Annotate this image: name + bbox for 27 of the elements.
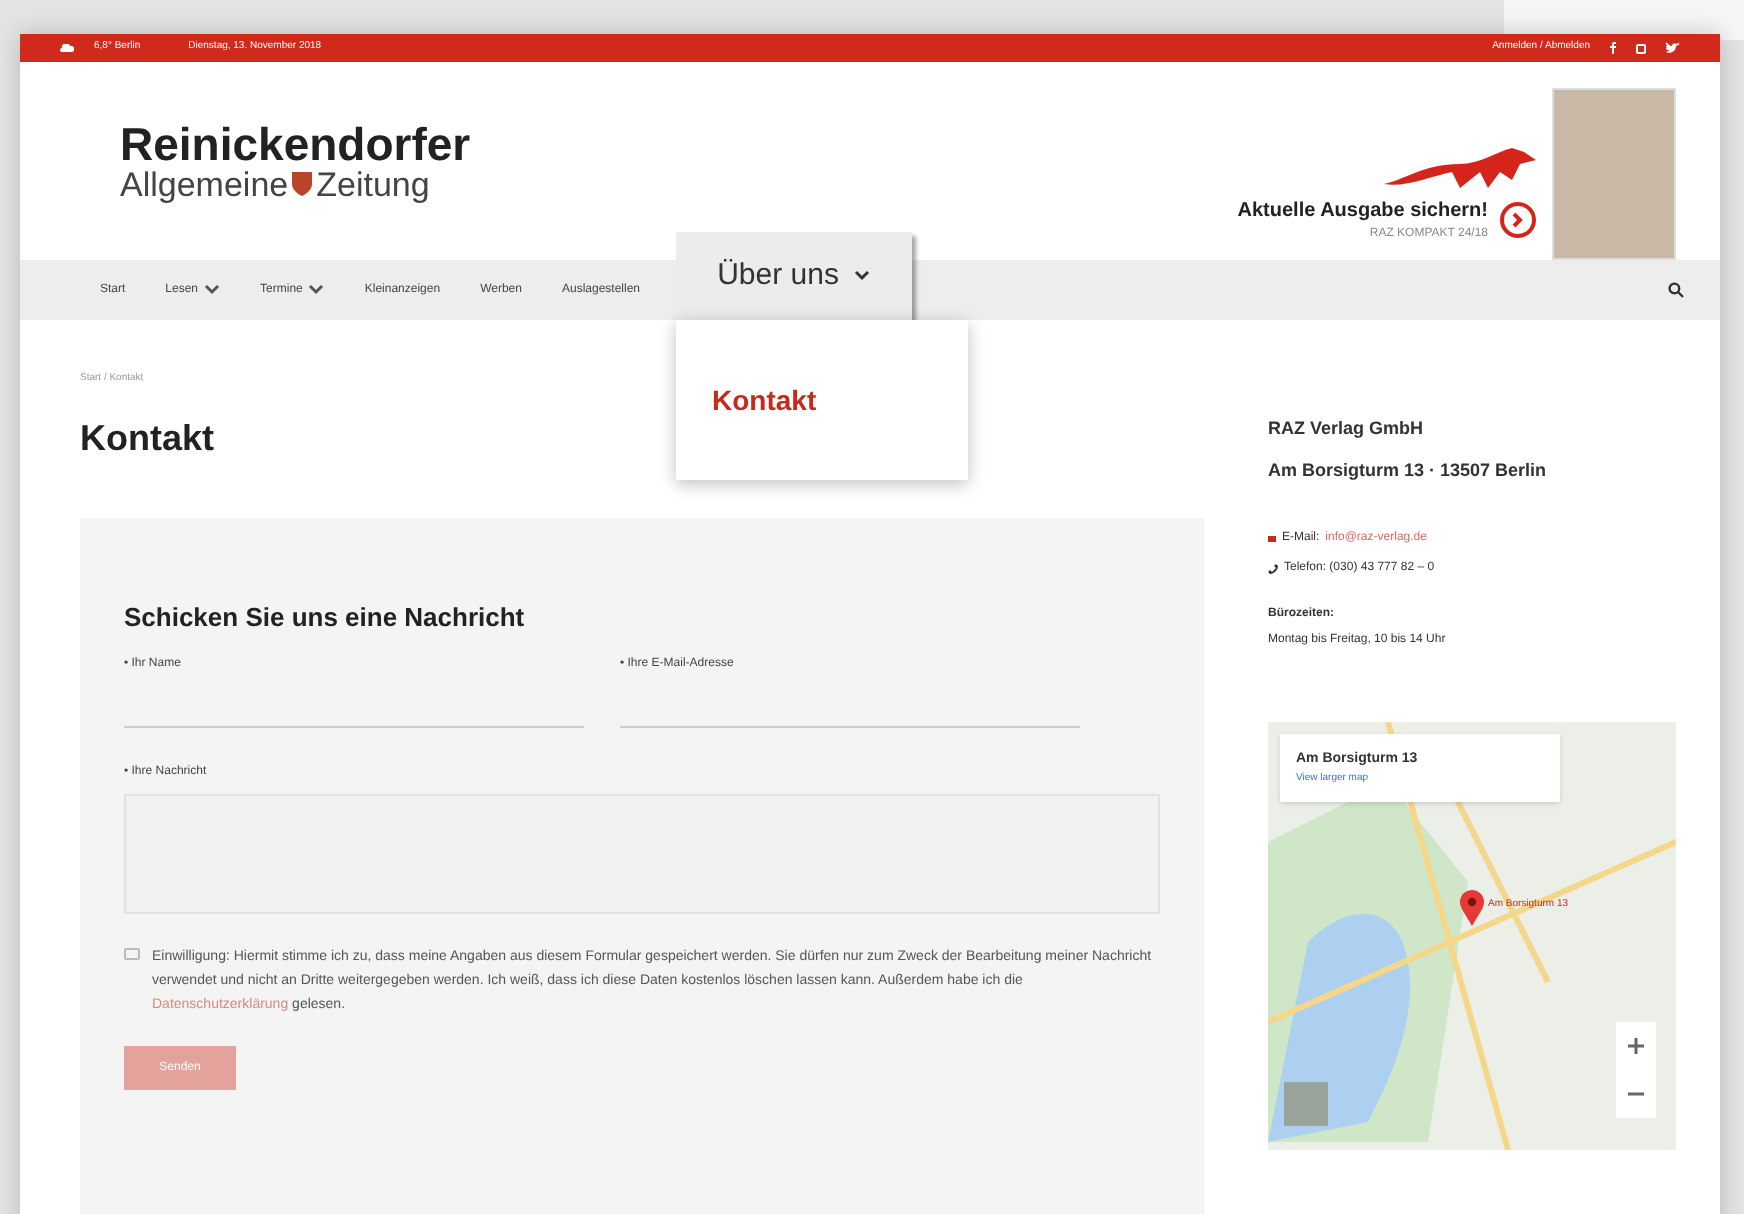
phone-icon [1268, 564, 1278, 574]
facebook-icon[interactable] [1610, 42, 1616, 54]
site-logo[interactable]: Reinickendorfer Allgemeine Zeitung [120, 121, 471, 201]
search-icon[interactable] [1668, 282, 1684, 298]
page-title: Kontakt [80, 415, 216, 461]
nav-item[interactable]: Über uns [676, 232, 913, 320]
promo-title[interactable]: Aktuelle Ausgabe sichern! [1237, 196, 1488, 226]
chevron-right-icon [1512, 212, 1524, 228]
magazine-cover-placeholder[interactable] [1552, 88, 1676, 260]
caret-icon [204, 284, 221, 296]
map-pin-icon [1460, 890, 1484, 926]
plus-icon [1628, 1038, 1644, 1054]
company-address: Am Borsigturm 13 · 13507 Berlin [1268, 457, 1549, 484]
satellite-thumbnail[interactable] [1284, 1082, 1328, 1126]
form-heading: Schicken Sie uns eine Nachricht [124, 599, 527, 635]
next-button[interactable] [1500, 202, 1536, 238]
mail-icon [1268, 536, 1276, 542]
zoom-in-button[interactable] [1616, 1022, 1656, 1070]
menu-item[interactable]: Kontakt [712, 379, 933, 421]
company-name: RAZ Verlag GmbH [1268, 416, 1426, 442]
instagram-icon[interactable] [1636, 43, 1646, 53]
minus-icon [1628, 1092, 1644, 1096]
consent-checkbox[interactable] [124, 948, 140, 960]
twitter-icon[interactable] [1666, 42, 1680, 54]
caret-icon [854, 270, 871, 282]
caret-icon [308, 284, 325, 296]
cloud-icon [60, 44, 74, 52]
